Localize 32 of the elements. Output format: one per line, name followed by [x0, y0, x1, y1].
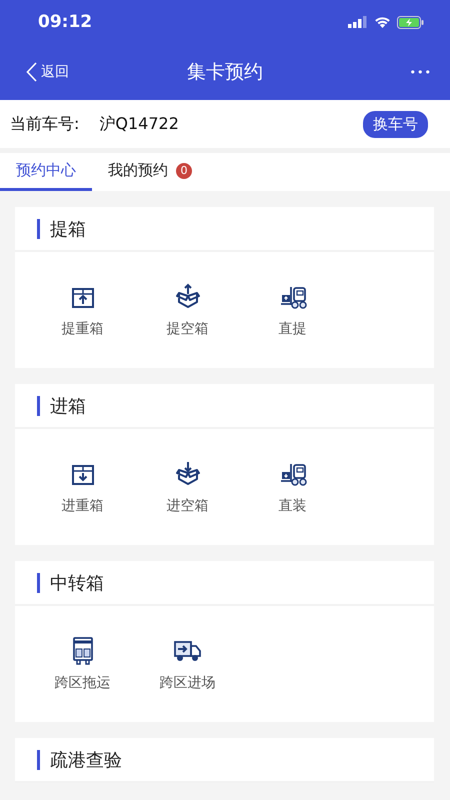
change-plate-button[interactable]: 换车号 — [363, 110, 428, 138]
more-button[interactable]: ••• — [410, 66, 432, 78]
section-accent-bar — [37, 396, 40, 416]
section-title: 提箱 — [50, 218, 86, 240]
service-item[interactable]: 提空箱 — [135, 282, 240, 338]
plate-number: 沪Q14722 — [99, 114, 179, 134]
service-item[interactable]: 跨区进场 — [135, 636, 240, 692]
page-title: 集卡预约 — [187, 60, 263, 85]
service-item[interactable]: 直提 — [240, 282, 345, 338]
open-box-up-icon — [174, 282, 202, 310]
signal-icon — [348, 16, 368, 28]
section-title: 中转箱 — [50, 572, 104, 594]
section-accent-bar — [37, 750, 40, 770]
tab[interactable]: 我的预约 0 — [92, 153, 208, 191]
open-box-down-icon — [174, 460, 202, 488]
section-accent-bar — [37, 218, 40, 238]
plate-label: 当前车号: — [10, 114, 80, 134]
back-button[interactable]: 返回 — [26, 62, 69, 82]
chevron-left-icon — [26, 62, 37, 82]
service-item[interactable]: 直装 — [240, 460, 345, 514]
section-title: 进箱 — [50, 394, 86, 418]
service-item[interactable]: 进重箱 — [30, 460, 135, 514]
wifi-icon — [374, 16, 391, 28]
service-item[interactable]: 进空箱 — [135, 460, 240, 514]
section-accent-bar — [37, 572, 40, 592]
count-badge: 0 — [176, 162, 192, 178]
service-item[interactable]: 跨区拖运 — [30, 636, 135, 692]
service-item[interactable]: 提重箱 — [30, 282, 135, 338]
section-title: 疏港查验 — [50, 748, 122, 772]
status-time: 09:12 — [38, 12, 92, 32]
battery-icon — [397, 16, 424, 28]
tab[interactable]: 预约中心 — [0, 153, 92, 191]
